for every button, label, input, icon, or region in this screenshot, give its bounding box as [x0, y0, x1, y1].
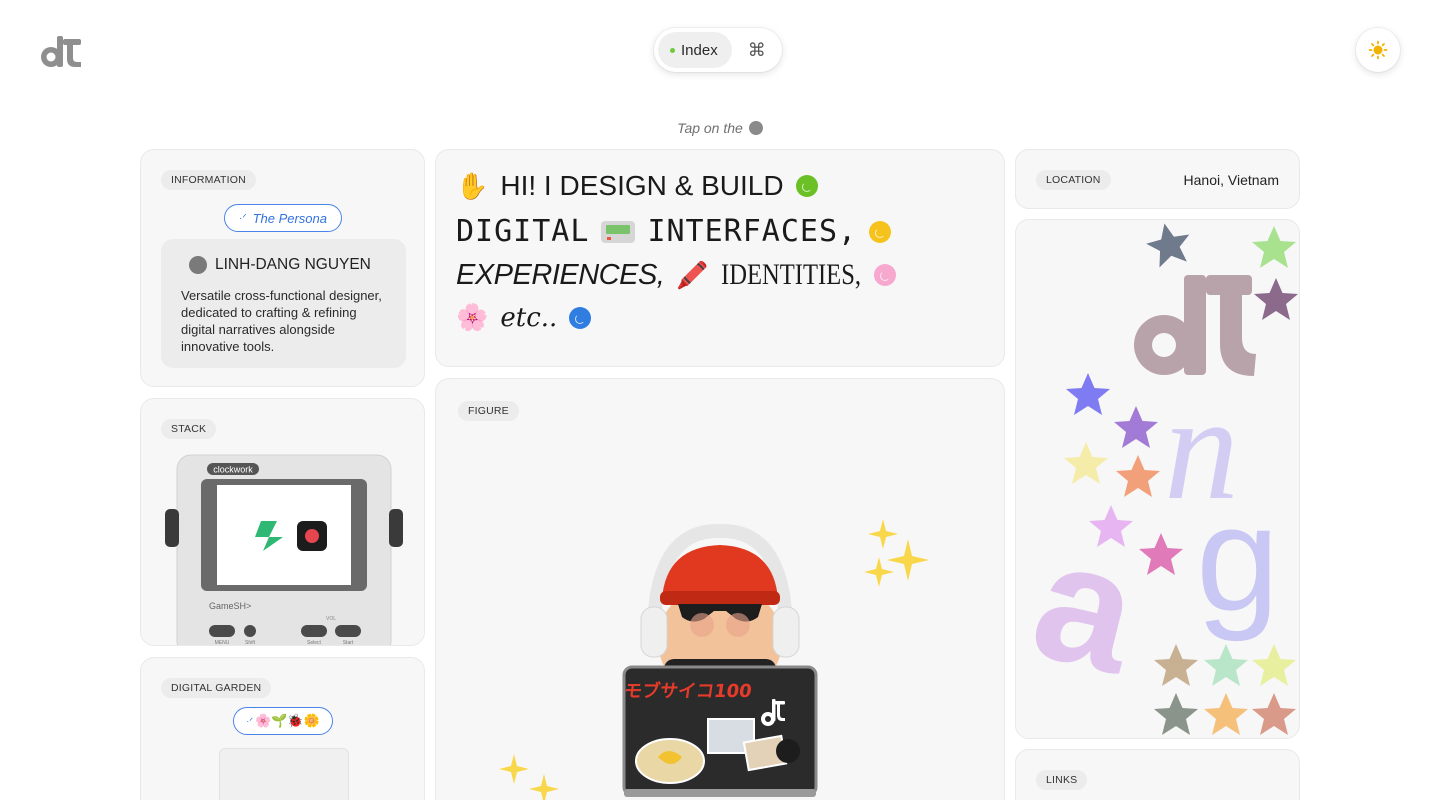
- start-button-label: Start: [343, 640, 354, 646]
- letters-and-stars-artwork: d n a g: [1016, 220, 1298, 735]
- gameshell-device-image: clockwork GameSH> VOL MENU Shift Select …: [165, 454, 403, 646]
- persona-pill-label: The Persona: [252, 210, 327, 226]
- hero-digital: DIGITAL: [456, 214, 590, 249]
- pager-icon: [601, 220, 636, 243]
- hero-line-4: 🌸 etc..: [456, 302, 592, 333]
- pink-ball-icon[interactable]: [873, 264, 896, 286]
- waving-hand-icon: ✋: [456, 170, 489, 201]
- nav-index-label: Index: [681, 41, 718, 59]
- location-tag: LOCATION: [1036, 170, 1111, 190]
- stack-card: STACK clockwork GameSH> VOL MENU Shift S…: [140, 398, 425, 646]
- figure-card: FIGURE モブサイコ100: [435, 378, 1005, 800]
- avatar-figure-illustration[interactable]: モブサイコ100: [436, 379, 1005, 800]
- tap-hint: Tap on the: [0, 120, 1440, 136]
- persona-description: Versatile cross-functional designer, ded…: [181, 288, 382, 354]
- persona-name: LINH-DANG NGUYEN: [215, 256, 371, 273]
- site-logo[interactable]: [40, 28, 84, 72]
- hero-line-2: DIGITAL INTERFACES,: [456, 214, 892, 249]
- links-card: LINKS: [1015, 749, 1300, 800]
- hero-etc: etc..: [500, 302, 558, 333]
- links-tag: LINKS: [1036, 770, 1088, 790]
- sparkle-icon: ·ᐟ: [238, 212, 247, 224]
- menu-button-label: MENU: [215, 640, 230, 646]
- nav-index-tab[interactable]: Index: [658, 32, 732, 68]
- art-letter-g: g: [1196, 474, 1279, 642]
- garden-image: [219, 748, 349, 800]
- garden-emojis: 🌸🌱🐞🌼: [255, 713, 320, 728]
- tap-hint-text: Tap on the: [677, 120, 743, 136]
- hero-line-1: ✋ HI! I DESIGN & BUILD: [456, 170, 818, 202]
- hero-interfaces: INTERFACES,: [647, 214, 858, 249]
- stack-tag: STACK: [161, 419, 217, 439]
- art-letter-d: d: [1016, 220, 1017, 221]
- theme-toggle-button[interactable]: [1356, 28, 1400, 72]
- sun-icon: [1368, 40, 1388, 60]
- cherry-blossom-icon: 🌸: [456, 302, 489, 332]
- garden-pill[interactable]: ·ᐟ 🌸🌱🐞🌼: [233, 707, 333, 735]
- laptop-sticker-text: モブサイコ100: [623, 680, 754, 702]
- digital-garden-tag: DIGITAL GARDEN: [161, 678, 272, 698]
- persona-pill[interactable]: ·ᐟ The Persona: [224, 204, 342, 232]
- location-value: Hanoi, Vietnam: [1183, 172, 1279, 188]
- hero-line-3: EXPERIENCES, 🖍️ IDENTITIES,: [456, 258, 896, 292]
- hero-identities: IDENTITIES,: [720, 258, 861, 291]
- command-menu-button[interactable]: ⌘: [738, 32, 776, 68]
- yellow-ball-icon[interactable]: [869, 220, 892, 243]
- persona-ball-icon: [189, 256, 207, 274]
- hero-experiences: EXPERIENCES,: [456, 258, 665, 291]
- device-model: GameSH>: [209, 601, 251, 611]
- active-dot: [670, 47, 675, 53]
- information-card: INFORMATION ·ᐟ The Persona LINH-DANG NGU…: [140, 149, 425, 387]
- blue-ball-icon[interactable]: [569, 306, 592, 329]
- crayon-icon: 🖍️: [676, 259, 709, 290]
- digital-garden-card: DIGITAL GARDEN ·ᐟ 🌸🌱🐞🌼: [140, 657, 425, 800]
- location-card: LOCATION Hanoi, Vietnam: [1015, 149, 1300, 209]
- shift-button-label: Shift: [245, 640, 256, 646]
- information-tag: INFORMATION: [161, 170, 256, 190]
- vol-label: VOL: [326, 616, 336, 622]
- main-nav: Index ⌘: [654, 28, 782, 72]
- hero-headline: HI! I DESIGN & BUILD: [500, 170, 784, 201]
- select-button-label: Select: [307, 640, 322, 646]
- device-brand: clockwork: [213, 465, 253, 475]
- art-letter-a: a: [1017, 503, 1156, 711]
- gray-ball-icon[interactable]: [748, 121, 763, 135]
- persona-name-row: LINH-DANG NGUYEN: [189, 256, 371, 274]
- persona-box: LINH-DANG NGUYEN Versatile cross-functio…: [161, 239, 406, 368]
- intro-card: ✋ HI! I DESIGN & BUILD DIGITAL INTERFACE…: [435, 149, 1005, 367]
- typography-art-card: d n a g: [1015, 219, 1300, 739]
- sparkle-icon: ·ᐟ: [246, 715, 254, 726]
- green-ball-icon[interactable]: [795, 175, 818, 197]
